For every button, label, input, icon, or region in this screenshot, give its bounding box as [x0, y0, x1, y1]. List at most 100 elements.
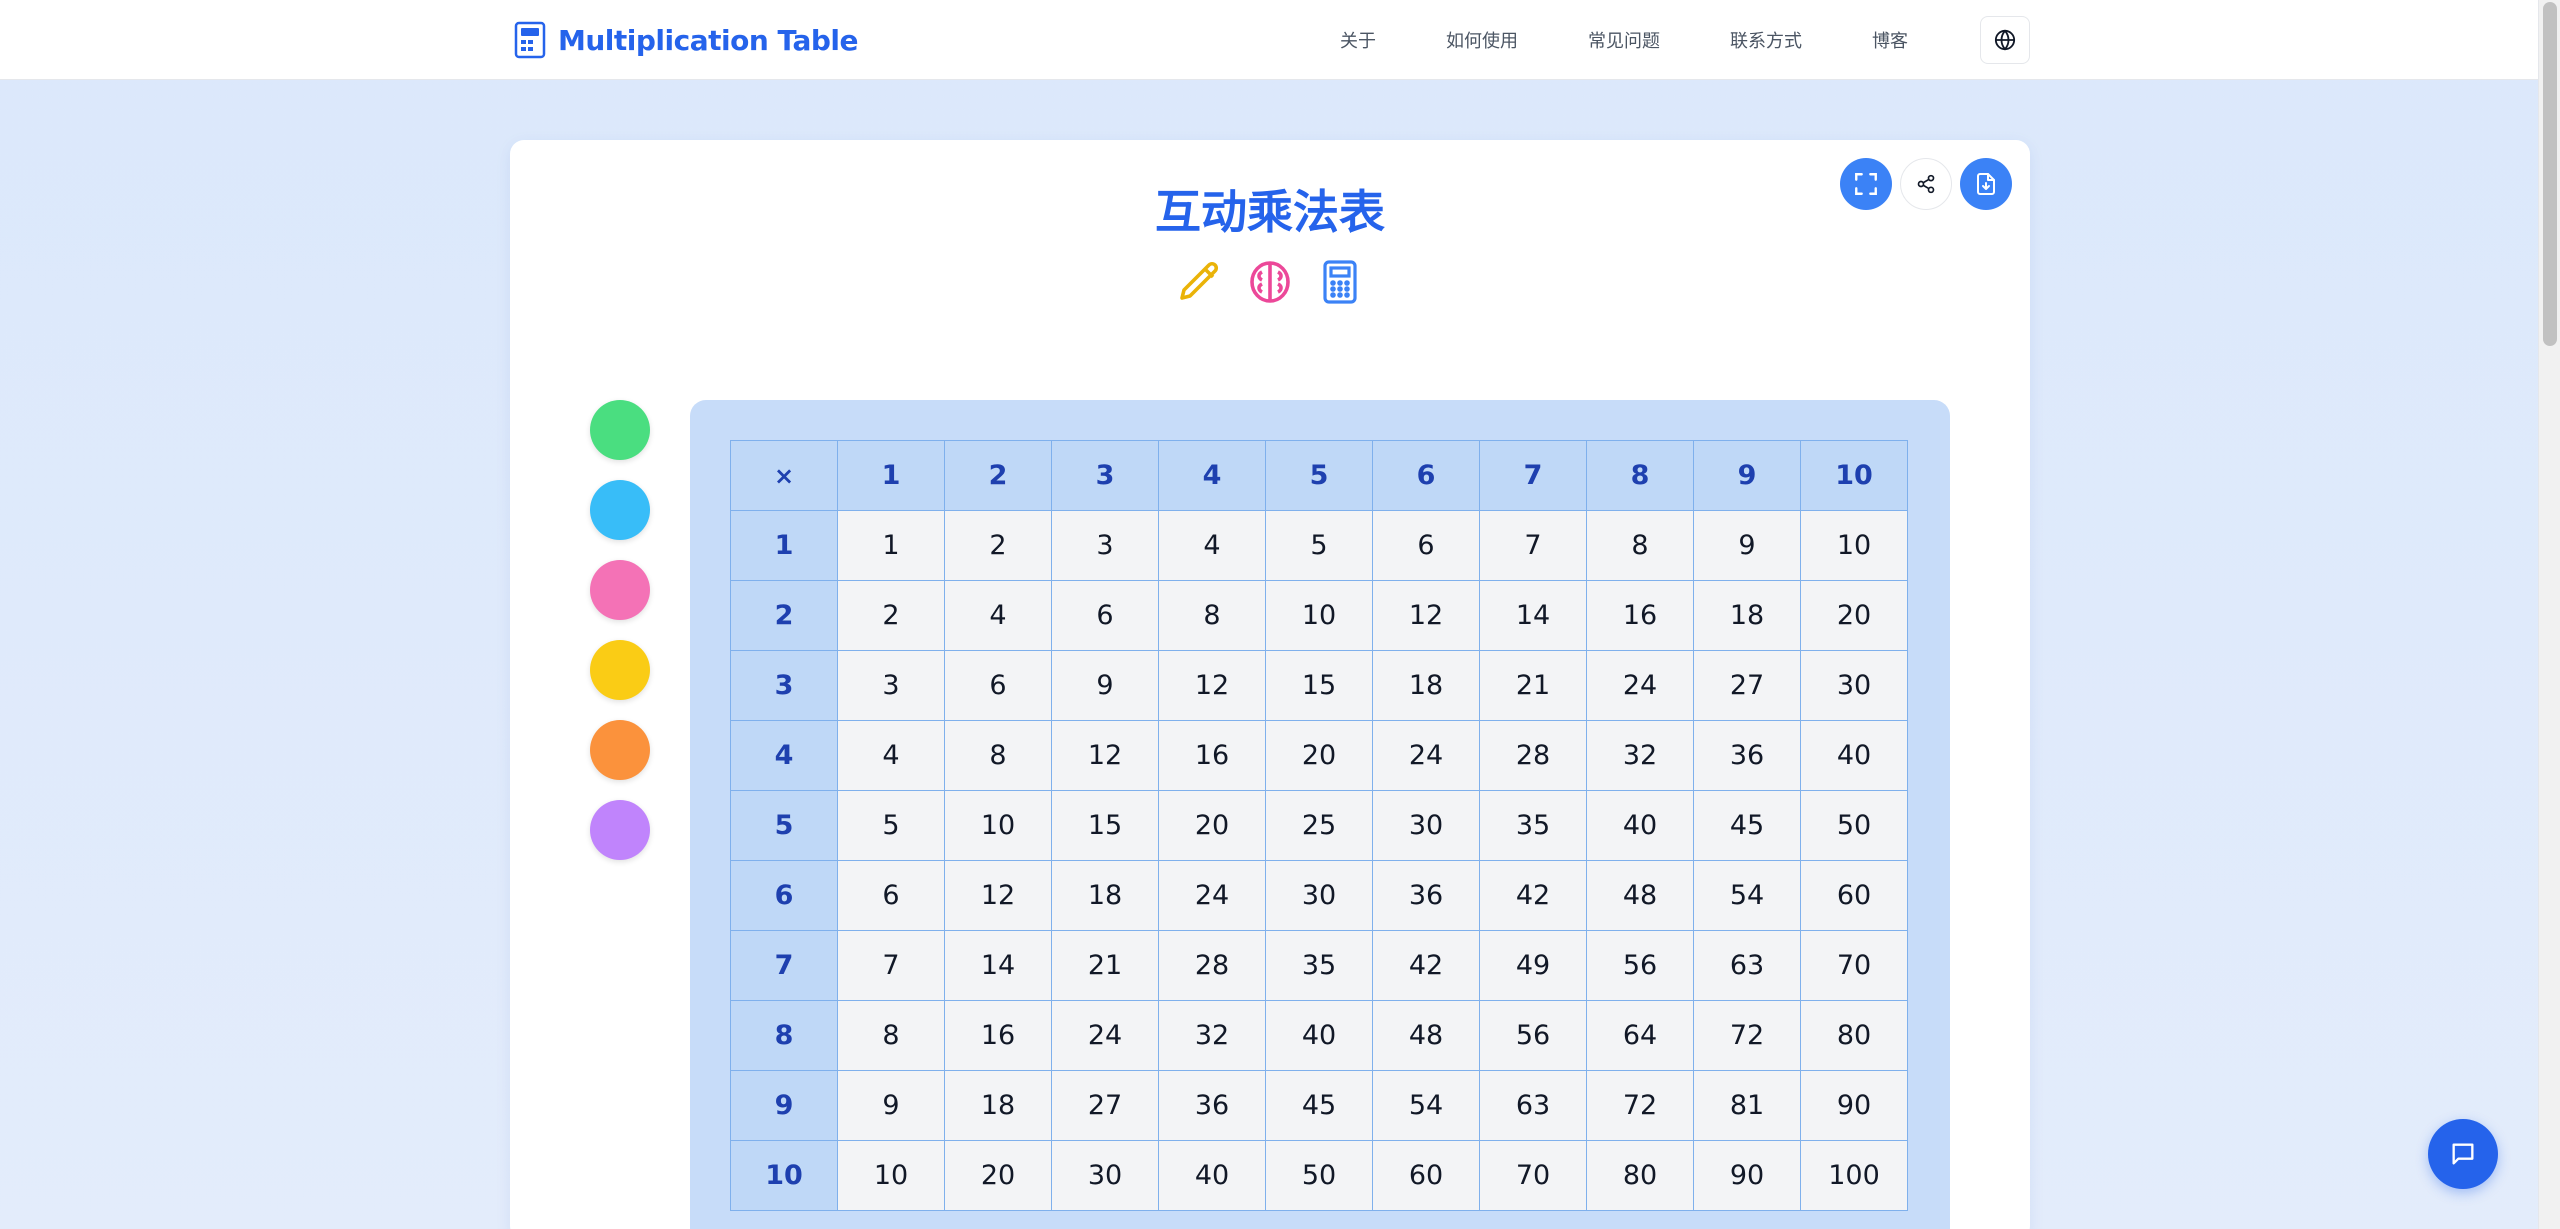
table-cell[interactable]: 15: [1265, 650, 1373, 721]
table-cell[interactable]: 40: [1586, 790, 1694, 861]
row-header[interactable]: 2: [730, 580, 838, 651]
table-cell[interactable]: 21: [1051, 930, 1159, 1001]
table-cell[interactable]: 36: [1158, 1070, 1266, 1141]
table-cell[interactable]: 8: [837, 1000, 945, 1071]
table-cell[interactable]: 20: [944, 1140, 1052, 1211]
color-option-4[interactable]: [590, 640, 650, 700]
row-header[interactable]: 3: [730, 650, 838, 721]
column-header[interactable]: 7: [1479, 440, 1587, 511]
table-cell[interactable]: 2: [944, 510, 1052, 581]
table-cell[interactable]: 16: [1158, 720, 1266, 791]
color-option-6[interactable]: [590, 800, 650, 860]
row-header[interactable]: 8: [730, 1000, 838, 1071]
table-cell[interactable]: 15: [1051, 790, 1159, 861]
table-cell[interactable]: 72: [1586, 1070, 1694, 1141]
table-cell[interactable]: 54: [1693, 860, 1801, 931]
table-cell[interactable]: 3: [837, 650, 945, 721]
nav-item-contact[interactable]: 联系方式: [1730, 27, 1802, 53]
table-cell[interactable]: 12: [944, 860, 1052, 931]
table-cell[interactable]: 40: [1800, 720, 1908, 791]
table-cell[interactable]: 2: [837, 580, 945, 651]
table-cell[interactable]: 27: [1693, 650, 1801, 721]
color-option-2[interactable]: [590, 480, 650, 540]
table-cell[interactable]: 6: [944, 650, 1052, 721]
column-header[interactable]: 5: [1265, 440, 1373, 511]
table-cell[interactable]: 49: [1479, 930, 1587, 1001]
table-cell[interactable]: 9: [1693, 510, 1801, 581]
table-cell[interactable]: 6: [1051, 580, 1159, 651]
table-cell[interactable]: 24: [1051, 1000, 1159, 1071]
table-cell[interactable]: 32: [1158, 1000, 1266, 1071]
row-header[interactable]: 10: [730, 1140, 838, 1211]
color-option-3[interactable]: [590, 560, 650, 620]
table-cell[interactable]: 42: [1479, 860, 1587, 931]
table-cell[interactable]: 27: [1051, 1070, 1159, 1141]
table-cell[interactable]: 14: [1479, 580, 1587, 651]
table-cell[interactable]: 12: [1372, 580, 1480, 651]
row-header[interactable]: 1: [730, 510, 838, 581]
row-header[interactable]: 7: [730, 930, 838, 1001]
download-pdf-button[interactable]: [1960, 158, 2012, 210]
table-cell[interactable]: 16: [1586, 580, 1694, 651]
table-cell[interactable]: 18: [944, 1070, 1052, 1141]
table-cell[interactable]: 20: [1265, 720, 1373, 791]
table-cell[interactable]: 50: [1265, 1140, 1373, 1211]
table-cell[interactable]: 6: [837, 860, 945, 931]
table-cell[interactable]: 40: [1158, 1140, 1266, 1211]
table-cell[interactable]: 20: [1800, 580, 1908, 651]
color-option-1[interactable]: [590, 400, 650, 460]
table-cell[interactable]: 7: [837, 930, 945, 1001]
table-cell[interactable]: 48: [1372, 1000, 1480, 1071]
table-cell[interactable]: 28: [1479, 720, 1587, 791]
table-cell[interactable]: 81: [1693, 1070, 1801, 1141]
table-cell[interactable]: 50: [1800, 790, 1908, 861]
table-cell[interactable]: 80: [1586, 1140, 1694, 1211]
nav-item-blog[interactable]: 博客: [1872, 27, 1908, 53]
nav-item-how-to-use[interactable]: 如何使用: [1446, 27, 1518, 53]
table-cell[interactable]: 56: [1479, 1000, 1587, 1071]
table-cell[interactable]: 10: [1800, 510, 1908, 581]
row-header[interactable]: 9: [730, 1070, 838, 1141]
table-cell[interactable]: 10: [1265, 580, 1373, 651]
table-cell[interactable]: 60: [1372, 1140, 1480, 1211]
table-cell[interactable]: 54: [1372, 1070, 1480, 1141]
table-cell[interactable]: 30: [1051, 1140, 1159, 1211]
table-cell[interactable]: 9: [837, 1070, 945, 1141]
table-cell[interactable]: 90: [1693, 1140, 1801, 1211]
table-cell[interactable]: 5: [1265, 510, 1373, 581]
table-cell[interactable]: 4: [837, 720, 945, 791]
table-cell[interactable]: 12: [1051, 720, 1159, 791]
table-cell[interactable]: 1: [837, 510, 945, 581]
table-cell[interactable]: 8: [1158, 580, 1266, 651]
table-cell[interactable]: 7: [1479, 510, 1587, 581]
table-cell[interactable]: 5: [837, 790, 945, 861]
table-cell[interactable]: 3: [1051, 510, 1159, 581]
table-cell[interactable]: 63: [1693, 930, 1801, 1001]
table-cell[interactable]: 10: [837, 1140, 945, 1211]
table-cell[interactable]: 6: [1372, 510, 1480, 581]
table-cell[interactable]: 16: [944, 1000, 1052, 1071]
table-cell[interactable]: 36: [1372, 860, 1480, 931]
table-cell[interactable]: 80: [1800, 1000, 1908, 1071]
column-header[interactable]: 9: [1693, 440, 1801, 511]
table-cell[interactable]: 64: [1586, 1000, 1694, 1071]
table-cell[interactable]: 14: [944, 930, 1052, 1001]
row-header[interactable]: 5: [730, 790, 838, 861]
table-cell[interactable]: 45: [1265, 1070, 1373, 1141]
table-cell[interactable]: 9: [1051, 650, 1159, 721]
table-cell[interactable]: 8: [1586, 510, 1694, 581]
table-cell[interactable]: 18: [1693, 580, 1801, 651]
table-cell[interactable]: 12: [1158, 650, 1266, 721]
column-header[interactable]: 10: [1800, 440, 1908, 511]
table-cell[interactable]: 70: [1800, 930, 1908, 1001]
column-header[interactable]: 8: [1586, 440, 1694, 511]
table-cell[interactable]: 4: [944, 580, 1052, 651]
row-header[interactable]: 6: [730, 860, 838, 931]
table-cell[interactable]: 35: [1265, 930, 1373, 1001]
table-cell[interactable]: 56: [1586, 930, 1694, 1001]
page-scrollbar[interactable]: [2538, 0, 2560, 1229]
brand-link[interactable]: Multiplication Table: [514, 20, 859, 60]
table-cell[interactable]: 4: [1158, 510, 1266, 581]
share-button[interactable]: [1900, 158, 1952, 210]
table-cell[interactable]: 24: [1586, 650, 1694, 721]
